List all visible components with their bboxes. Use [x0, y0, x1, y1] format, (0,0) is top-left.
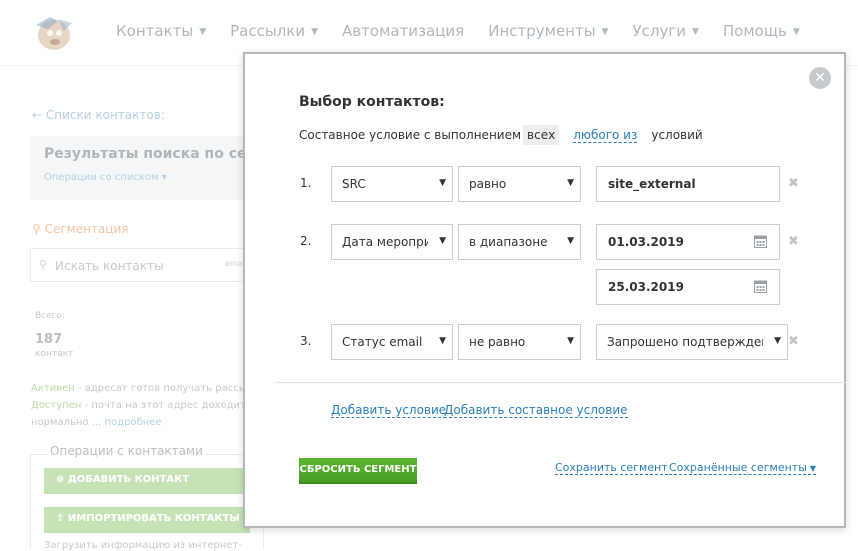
remove-icon[interactable]: ✖: [788, 234, 799, 249]
condition-suffix: условий: [651, 128, 703, 142]
condition-field-select[interactable]: Статус email ▼: [331, 324, 453, 360]
match-all-option[interactable]: всех: [523, 125, 560, 145]
value-option: Запрошено подтверждение: [607, 335, 763, 349]
field-value: Статус email: [342, 335, 423, 349]
condition-field-select[interactable]: SRC ▼: [331, 166, 453, 202]
chevron-down-icon: ▼: [567, 336, 574, 346]
remove-icon[interactable]: ✖: [788, 176, 799, 191]
condition-number: 3.: [300, 334, 312, 348]
condition-prefix: Составное условие с выполнением: [299, 128, 522, 142]
date-to-value: 25.03.2019: [608, 280, 684, 294]
add-condition-link[interactable]: Добавить условие: [331, 403, 447, 418]
save-segment-link[interactable]: Сохранить сегмент: [555, 461, 668, 475]
chevron-down-icon: ▼: [809, 464, 817, 473]
chevron-down-icon: ▼: [439, 336, 446, 346]
chevron-down-icon: ▼: [774, 336, 781, 346]
condition-operator-select[interactable]: равно ▼: [458, 166, 581, 202]
contact-selection-modal: ✕ Выбор контактов: Составное условие с в…: [243, 52, 846, 528]
chevron-down-icon: ▼: [439, 178, 446, 188]
field-value: SRC: [342, 177, 366, 191]
chevron-down-icon: ▼: [567, 236, 574, 246]
chevron-down-icon: ▼: [439, 236, 446, 246]
condition-operator-select[interactable]: в диапазоне ▼: [458, 224, 581, 260]
date-from-input[interactable]: 01.03.2019: [596, 224, 780, 260]
condition-field-select[interactable]: Дата мероприят ▼: [331, 224, 453, 260]
operator-value: в диапазоне: [469, 235, 548, 249]
saved-segments-dropdown[interactable]: Сохранённые сегменты ▼: [669, 461, 817, 475]
condition-value-select[interactable]: Запрошено подтверждение ▼: [596, 324, 788, 360]
operator-value: не равно: [469, 335, 526, 349]
chevron-down-icon: ▼: [567, 178, 574, 188]
compound-condition-line: Составное условие с выполнением всех люб…: [299, 125, 703, 145]
match-any-option[interactable]: любого из: [573, 128, 638, 143]
condition-number: 1.: [300, 176, 312, 190]
divider: [275, 382, 846, 383]
condition-value-input[interactable]: site_external: [596, 166, 780, 202]
date-to-input[interactable]: 25.03.2019: [596, 269, 780, 305]
calendar-icon[interactable]: [754, 234, 767, 248]
reset-segment-button[interactable]: СБРОСИТЬ СЕГМЕНТ: [299, 458, 417, 484]
saved-segments-label: Сохранённые сегменты: [669, 461, 807, 474]
condition-number: 2.: [300, 234, 312, 248]
remove-icon[interactable]: ✖: [788, 334, 799, 349]
modal-title: Выбор контактов:: [299, 94, 445, 110]
add-compound-condition-link[interactable]: Добавить составное условие: [444, 403, 628, 418]
calendar-icon[interactable]: [754, 279, 767, 293]
close-icon[interactable]: ✕: [809, 67, 831, 89]
condition-operator-select[interactable]: не равно ▼: [458, 324, 581, 360]
operator-value: равно: [469, 177, 507, 191]
field-value: Дата мероприят: [342, 235, 428, 249]
date-from-value: 01.03.2019: [608, 235, 684, 249]
